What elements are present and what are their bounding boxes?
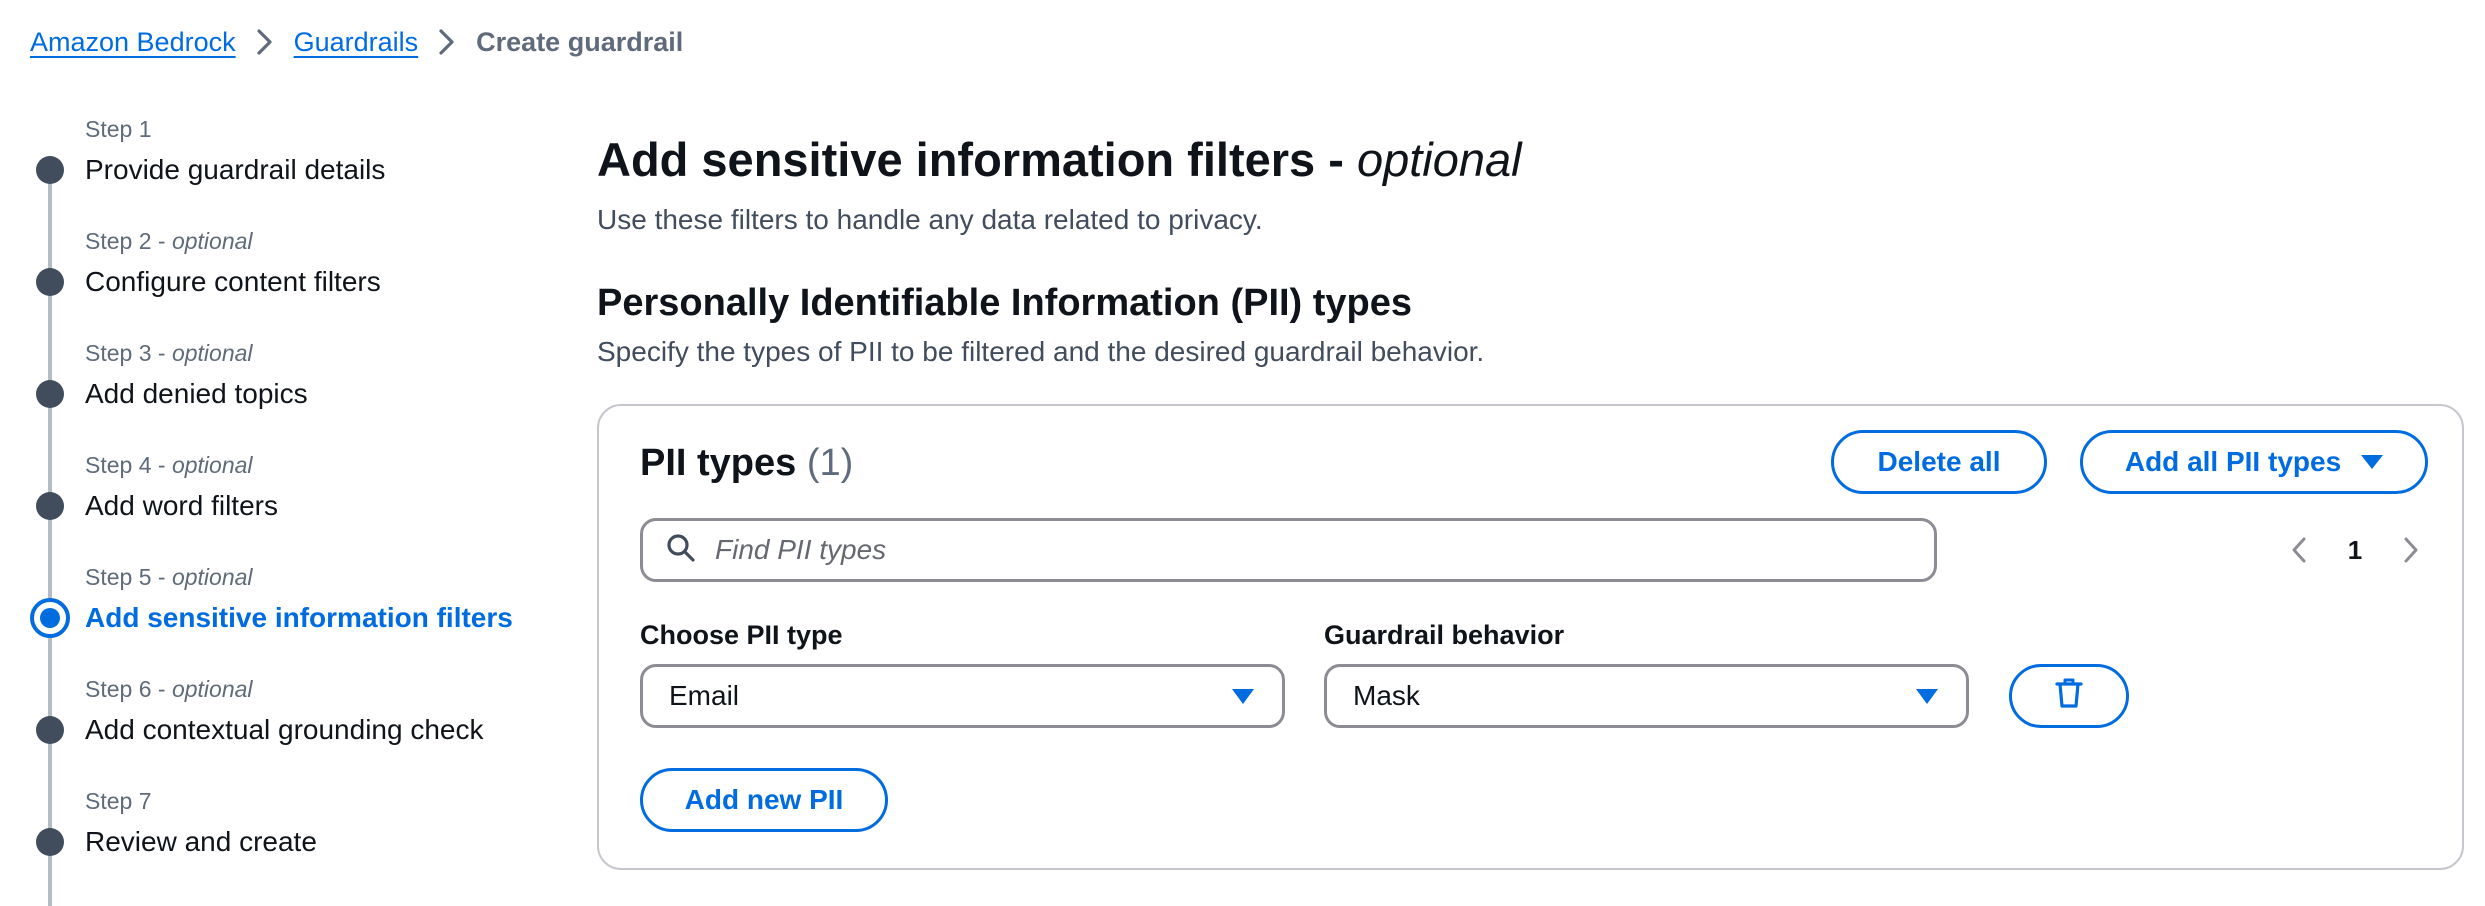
pii-section-description: Specify the types of PII to be filtered … <box>597 336 1485 367</box>
page-title: Add sensitive information filters - opti… <box>597 133 1522 186</box>
step-number: Step 6 - optional <box>85 676 253 702</box>
delete-all-button[interactable]: Delete all <box>1831 430 2047 494</box>
wizard-steps: Step 1 Provide guardrail details Step 2 … <box>0 0 560 906</box>
add-new-pii-button[interactable]: Add new PII <box>640 768 888 832</box>
step-3[interactable]: Step 3 - optional Add denied topics <box>0 340 560 452</box>
chevron-left-icon[interactable] <box>2277 524 2321 576</box>
chevron-right-icon[interactable] <box>2389 524 2433 576</box>
step-1[interactable]: Step 1 Provide guardrail details <box>0 116 560 228</box>
step-number: Step 4 - optional <box>85 452 253 478</box>
step-label[interactable]: Add denied topics <box>85 378 308 410</box>
step-label[interactable]: Provide guardrail details <box>85 154 385 186</box>
step-indicator <box>36 268 64 296</box>
caret-down-icon <box>1232 689 1254 704</box>
step-label[interactable]: Add contextual grounding check <box>85 714 484 746</box>
page-number[interactable]: 1 <box>2321 535 2389 566</box>
pii-section-title: Personally Identifiable Information (PII… <box>597 282 1413 324</box>
step-4[interactable]: Step 4 - optional Add word filters <box>0 452 560 564</box>
step-number: Step 3 - optional <box>85 340 253 366</box>
step-label[interactable]: Add sensitive information filters <box>85 602 513 634</box>
step-label[interactable]: Configure content filters <box>85 266 381 298</box>
step-indicator <box>36 156 64 184</box>
step-indicator <box>36 828 64 856</box>
pii-type-label: Choose PII type <box>640 620 843 650</box>
guardrail-behavior-value: Mask <box>1353 680 1420 711</box>
step-5-current[interactable]: Step 5 - optional Add sensitive informat… <box>0 564 560 676</box>
guardrail-behavior-label: Guardrail behavior <box>1324 620 1565 650</box>
step-indicator <box>36 492 64 520</box>
step-indicator-active <box>30 598 70 638</box>
pii-type-select[interactable]: Email <box>640 664 1285 728</box>
search-icon <box>665 532 697 569</box>
step-2[interactable]: Step 2 - optional Configure content filt… <box>0 228 560 340</box>
guardrail-behavior-select[interactable]: Mask <box>1324 664 1969 728</box>
step-label[interactable]: Review and create <box>85 826 317 858</box>
step-7[interactable]: Step 7 Review and create <box>0 788 560 900</box>
step-indicator <box>36 380 64 408</box>
step-number: Step 7 <box>85 788 152 814</box>
pii-type-value: Email <box>669 680 740 711</box>
step-indicator <box>36 716 64 744</box>
caret-down-icon <box>1916 689 1938 704</box>
step-number: Step 5 - optional <box>85 564 253 590</box>
remove-pii-button[interactable] <box>2009 664 2129 728</box>
pii-types-container: PII types (1) Delete all Add all PII typ… <box>597 404 2464 870</box>
pii-types-count: (1) <box>806 442 854 484</box>
step-label[interactable]: Add word filters <box>85 490 278 522</box>
step-number: Step 2 - optional <box>85 228 253 254</box>
pii-search-field[interactable] <box>640 518 1937 582</box>
step-number: Step 1 <box>85 116 152 142</box>
add-all-pii-types-button[interactable]: Add all PII types <box>2080 430 2428 494</box>
page-description: Use these filters to handle any data rel… <box>597 204 1263 235</box>
caret-down-icon <box>2361 455 2384 469</box>
pii-types-header: PII types (1) <box>640 442 854 484</box>
trash-icon <box>2054 677 2084 716</box>
search-input[interactable] <box>715 534 1915 566</box>
pagination: 1 <box>2277 524 2433 576</box>
step-6[interactable]: Step 6 - optional Add contextual groundi… <box>0 676 560 788</box>
